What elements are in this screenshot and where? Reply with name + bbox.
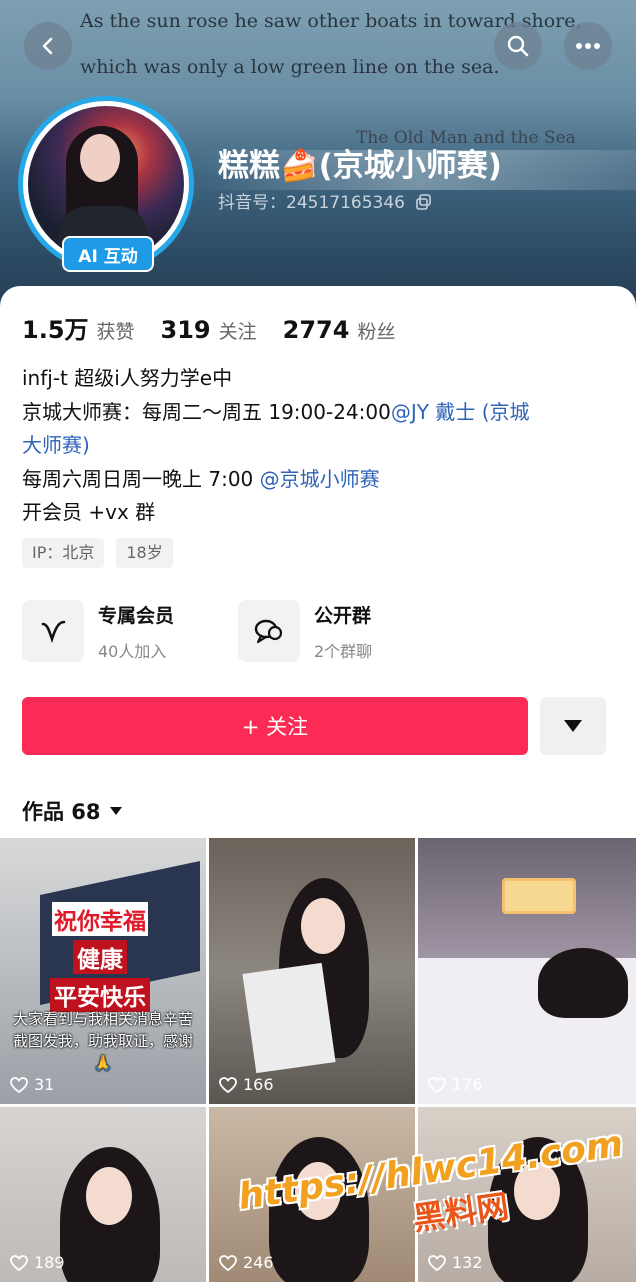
v-member-icon [22,600,84,662]
video-blessing-text: 祝你幸福 健康 平安快乐 [40,902,160,1012]
following-count[interactable]: 319 [161,316,211,344]
bio-line-4-text: 每周六周日周一晚上 7:00 [22,466,260,491]
age-tag: 18岁 [116,538,173,568]
douyin-id-label: 抖音号： [218,193,286,213]
works-tab[interactable]: 作品 68 [22,796,123,826]
video-tile[interactable]: 176 [418,838,636,1104]
video-likes: 189 [10,1253,65,1272]
copy-icon[interactable] [416,194,432,210]
video-likes: 31 [10,1075,54,1094]
chevron-left-icon [42,37,53,55]
video-tile[interactable]: 祝你幸福 健康 平安快乐 大家看到与我相关消息辛苦截图发我，助我取证，感谢🙏 3… [0,838,206,1104]
profile-bio: infj-t 超级i人努力学e中 京城大师赛：每周二～周五 19:00-24:0… [22,362,622,530]
more-dots-icon [576,43,600,49]
likes-count: 176 [452,1075,483,1094]
video-likes: 132 [428,1253,483,1272]
banner-quote-line-2: which was only a low green line on the s… [80,56,500,78]
ip-tag: IP：北京 [22,538,105,568]
likes-count: 31 [34,1075,55,1094]
blessing-line-3: 平安快乐 [50,978,150,1012]
profile-name: 糕糕🍰(京城小师赛) [218,148,502,184]
follow-button[interactable]: + 关注 [22,697,528,755]
triangle-down-icon [564,720,582,732]
member-title: 专属会员 [98,604,175,627]
heart-icon [428,1076,446,1093]
member-count: 40人加入 [98,641,167,661]
video-likes: 176 [428,1075,483,1094]
heart-icon [219,1254,237,1271]
profile-tags: IP：北京 18岁 [22,538,185,568]
bio-line-2-text: 京城大师赛：每周二～周五 19:00-24:00 [22,399,391,424]
more-options-button[interactable] [540,697,606,755]
group-count: 2个群聊 [314,641,373,661]
works-label: 作品 68 [22,800,101,824]
bio-mention-xiaoshisai[interactable]: @京城小师赛 [260,467,380,491]
blessing-line-2: 健康 [73,940,127,974]
followers-label: 粉丝 [357,321,396,343]
heart-icon [10,1076,28,1093]
ai-interaction-badge[interactable]: AI 互动 [62,236,154,272]
back-button[interactable] [24,22,72,70]
douyin-id: 抖音号：24517165346 [218,188,432,213]
douyin-id-value: 24517165346 [286,193,405,213]
bio-mention-jy-cont[interactable]: 大师赛) [22,429,622,463]
bio-line-1: infj-t 超级i人努力学e中 [22,366,233,390]
search-icon [507,35,529,57]
bio-line-4: 每周六周日周一晚上 7:00 @京城小师赛 [22,463,622,497]
search-button[interactable] [494,22,542,70]
video-tile[interactable]: 189 [0,1107,206,1282]
likes-count: 132 [452,1253,483,1272]
bio-line-5: 开会员 +vx 群 [22,500,156,524]
video-caption: 大家看到与我相关消息辛苦截图发我，助我取证，感谢🙏 [12,1010,193,1072]
likes-count: 166 [243,1075,274,1094]
group-chat-icon [238,600,300,662]
caret-down-icon [109,807,122,815]
heart-icon [219,1076,237,1093]
bio-mention-jy[interactable]: @JY 戴士 (京城 [391,400,530,424]
blessing-line-1: 祝你幸福 [52,902,148,936]
likes-count[interactable]: 1.5万 [22,310,89,345]
following-label: 关注 [218,321,257,343]
video-likes: 166 [219,1075,274,1094]
bio-line-2: 京城大师赛：每周二～周五 19:00-24:00@JY 戴士 (京城 [22,396,622,430]
video-tile[interactable]: 166 [209,838,415,1104]
group-title: 公开群 [314,604,372,627]
profile-stats: 1.5万 获赞 319 关注 2774 粉丝 [22,310,421,345]
heart-icon [10,1254,28,1271]
public-group-entry[interactable]: 公开群 2个群聊 [238,600,372,662]
more-button[interactable] [564,22,612,70]
likes-label: 获赞 [96,321,135,343]
exclusive-member-entry[interactable]: 专属会员 40人加入 [22,600,174,662]
likes-count: 189 [34,1253,65,1272]
heart-icon [428,1254,446,1271]
followers-count[interactable]: 2774 [283,316,350,344]
